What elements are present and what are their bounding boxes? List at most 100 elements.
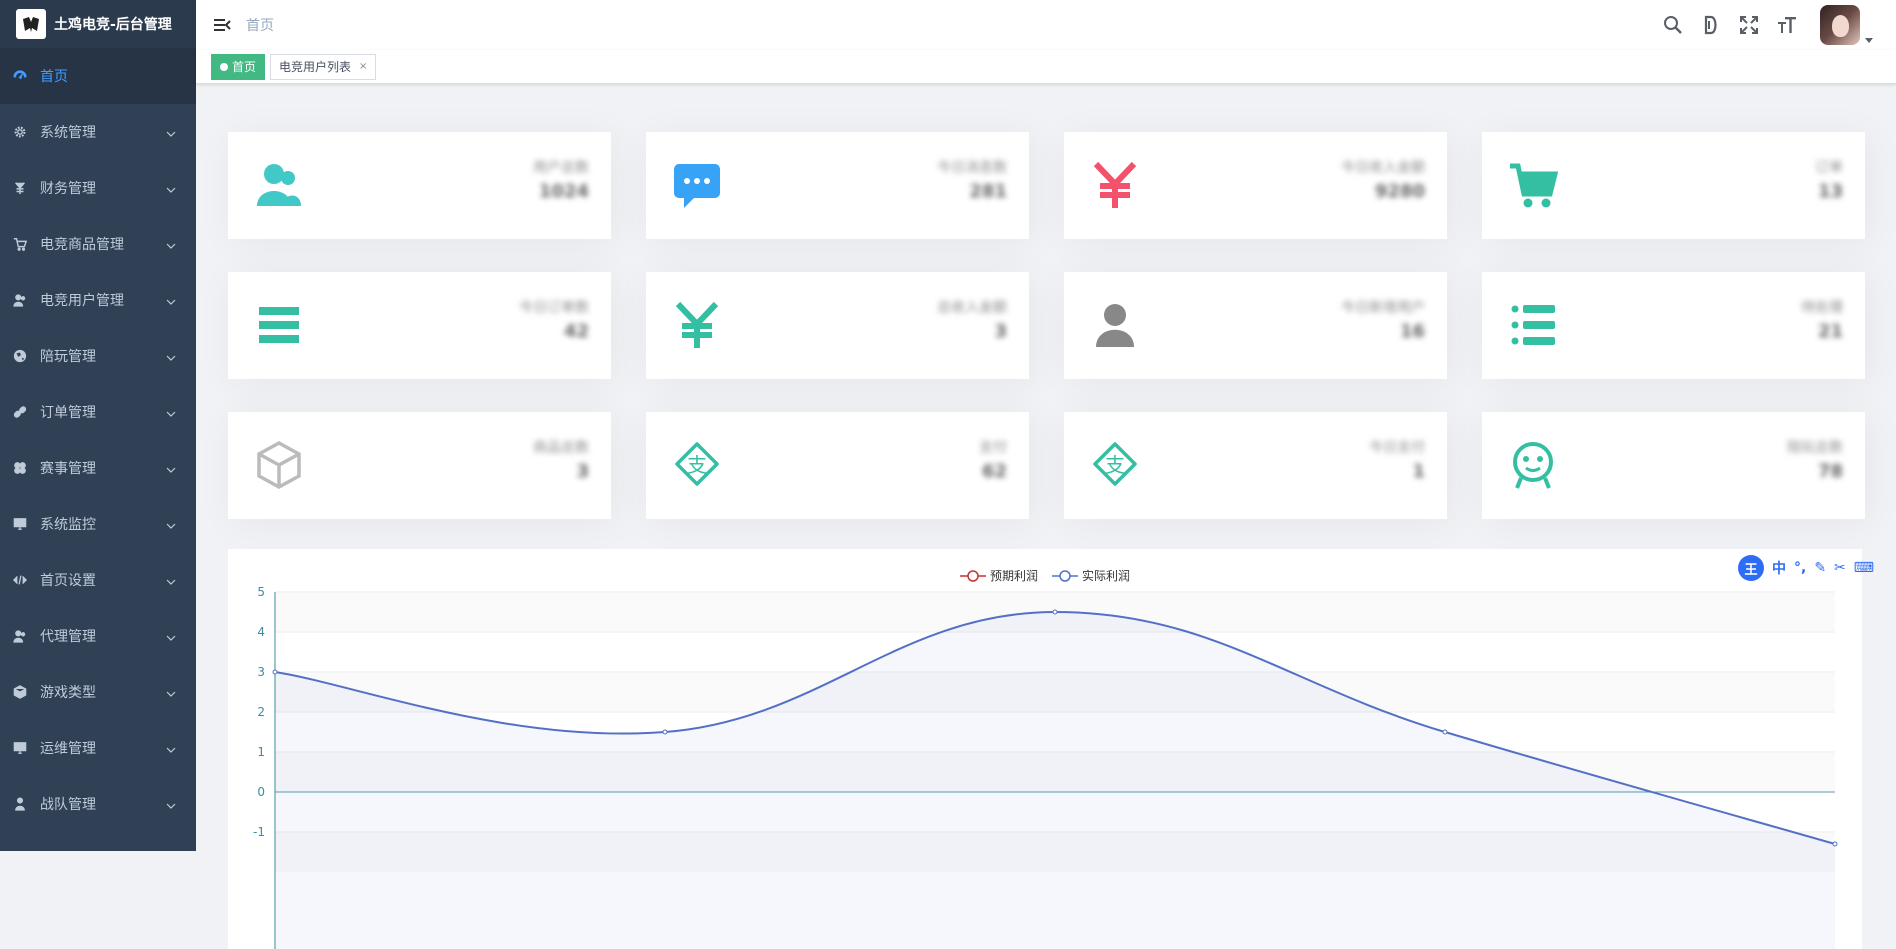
card-label: 总收入金额 (937, 298, 1007, 318)
stat-card[interactable]: 商品总数3 (228, 412, 611, 519)
chevron-down-icon (166, 519, 176, 529)
card-value: 9280 (1341, 178, 1425, 206)
ime-keyboard-icon[interactable]: ⌨ (1854, 560, 1874, 576)
stat-card[interactable]: 陪玩总数78 (1482, 412, 1865, 519)
sidebar-item-4[interactable]: 电竞用户管理 (0, 272, 196, 328)
series-area-actual (275, 612, 1835, 949)
list-icon (1506, 298, 1560, 352)
stat-card[interactable]: 待处理21 (1482, 272, 1865, 379)
yen-icon (1088, 158, 1142, 212)
card-value: 78 (1787, 458, 1843, 486)
ime-scissors-icon[interactable]: ✂ (1834, 560, 1846, 576)
card-value: 281 (937, 178, 1007, 206)
stat-card[interactable]: 支支付62 (646, 412, 1029, 519)
caret-down-icon[interactable] (1864, 30, 1874, 40)
sidebar-item-9[interactable]: 首页设置 (0, 552, 196, 608)
stat-card[interactable]: 用户总数1024 (228, 132, 611, 239)
data-point[interactable] (1833, 842, 1837, 846)
code-icon (12, 572, 28, 588)
fullscreen-icon[interactable] (1738, 14, 1760, 36)
data-point[interactable] (1443, 730, 1447, 734)
chevron-down-icon (166, 575, 176, 585)
panel-group: 用户总数1024 今日消息数281 今日收入金额9280 订单13 今日订单数42 总收入… (228, 132, 1862, 519)
sidebar-item-6[interactable]: 订单管理 (0, 384, 196, 440)
sidebar-item-label: 首页 (40, 66, 68, 86)
chevron-down-icon (166, 351, 176, 361)
yen-green-icon (670, 298, 724, 352)
card-text: 陪玩总数78 (1787, 438, 1843, 486)
ime-toolbar: 王 中 °, ✎ ✂ ⌨ (1738, 555, 1874, 581)
chevron-down-icon (166, 743, 176, 753)
sidebar: 土鸡电竞-后台管理 首页系统管理财务管理电竞商品管理电竞用户管理陪玩管理订单管理… (0, 0, 196, 851)
data-point[interactable] (1053, 610, 1057, 614)
sidebar-item-label: 首页设置 (40, 570, 96, 590)
ime-logo-icon[interactable]: 王 (1738, 555, 1764, 581)
tag-home[interactable]: 首页 (211, 54, 265, 80)
data-point[interactable] (273, 670, 277, 674)
stat-card[interactable]: 今日消息数281 (646, 132, 1029, 239)
sidebar-item-label: 战队管理 (40, 794, 96, 814)
sidebar-item-0[interactable]: 首页 (0, 48, 196, 104)
chart-plot: 543210-1 (228, 549, 1862, 949)
chevron-down-icon (166, 295, 176, 305)
tag-label: 首页 (232, 58, 256, 75)
hamburger-icon[interactable] (212, 15, 232, 35)
globe-icon (12, 348, 28, 364)
tag-user-list[interactable]: 电竞用户列表 × (270, 54, 376, 80)
sidebar-item-13[interactable]: 战队管理 (0, 776, 196, 832)
doc-icon[interactable] (1700, 14, 1722, 36)
sidebar-item-8[interactable]: 系统监控 (0, 496, 196, 552)
box-icon (252, 438, 306, 492)
card-text: 今日消息数281 (937, 158, 1007, 206)
logo[interactable]: 土鸡电竞-后台管理 (0, 0, 196, 48)
sidebar-item-2[interactable]: 财务管理 (0, 160, 196, 216)
ime-lang-toggle[interactable]: 中 (1772, 558, 1786, 578)
sidebar-item-3[interactable]: 电竞商品管理 (0, 216, 196, 272)
card-value: 1 (1369, 458, 1425, 486)
card-label: 用户总数 (533, 158, 589, 178)
ime-pen-icon[interactable]: ✎ (1814, 560, 1826, 576)
sidebar-item-7[interactable]: 赛事管理 (0, 440, 196, 496)
data-point[interactable] (663, 730, 667, 734)
chevron-down-icon (166, 407, 176, 417)
sidebar-item-label: 游戏类型 (40, 682, 96, 702)
ime-punct-icon[interactable]: °, (1794, 560, 1806, 576)
card-value: 62 (979, 458, 1007, 486)
chevron-down-icon (166, 239, 176, 249)
sidebar-item-label: 运维管理 (40, 738, 96, 758)
card-label: 订单 (1815, 158, 1843, 178)
stat-card[interactable]: 总收入金额3 (646, 272, 1029, 379)
card-value: 13 (1815, 178, 1843, 206)
stat-card[interactable]: 今日收入金额9280 (1064, 132, 1447, 239)
stat-card[interactable]: 今日新增用户16 (1064, 272, 1447, 379)
breadcrumb[interactable]: 首页 (246, 15, 274, 35)
stat-card[interactable]: 支今日支付1 (1064, 412, 1447, 519)
stat-card[interactable]: 订单13 (1482, 132, 1865, 239)
tag-label: 电竞用户列表 (279, 58, 351, 75)
sidebar-item-12[interactable]: 运维管理 (0, 720, 196, 776)
main-content: 用户总数1024 今日消息数281 今日收入金额9280 订单13 今日订单数42 总收入… (196, 84, 1896, 851)
sidebar-item-10[interactable]: 代理管理 (0, 608, 196, 664)
card-label: 陪玩总数 (1787, 438, 1843, 458)
sidebar-item-5[interactable]: 陪玩管理 (0, 328, 196, 384)
sidebar-item-label: 系统监控 (40, 514, 96, 534)
card-label: 商品总数 (533, 438, 589, 458)
search-icon[interactable] (1662, 14, 1684, 36)
sidebar-item-1[interactable]: 系统管理 (0, 104, 196, 160)
sidebar-item-label: 系统管理 (40, 122, 96, 142)
app-title: 土鸡电竞-后台管理 (54, 14, 172, 34)
close-icon[interactable]: × (359, 61, 367, 72)
y-tick-label: 2 (257, 705, 265, 719)
svg-text:支: 支 (687, 453, 707, 477)
sidebar-menu: 首页系统管理财务管理电竞商品管理电竞用户管理陪玩管理订单管理赛事管理系统监控首页… (0, 48, 196, 832)
user-icon (12, 292, 28, 308)
font-size-icon[interactable] (1776, 14, 1798, 36)
sidebar-item-label: 财务管理 (40, 178, 96, 198)
line-chart: 预期利润 实际利润 543210-1 王 中 °, ✎ ✂ ⌨ (228, 549, 1862, 949)
stat-card[interactable]: 今日订单数42 (228, 272, 611, 379)
sidebar-item-label: 赛事管理 (40, 458, 96, 478)
sidebar-item-11[interactable]: 游戏类型 (0, 664, 196, 720)
tags-view: 首页 电竞用户列表 × (196, 50, 1896, 84)
chevron-down-icon (166, 631, 176, 641)
avatar[interactable] (1820, 5, 1860, 45)
